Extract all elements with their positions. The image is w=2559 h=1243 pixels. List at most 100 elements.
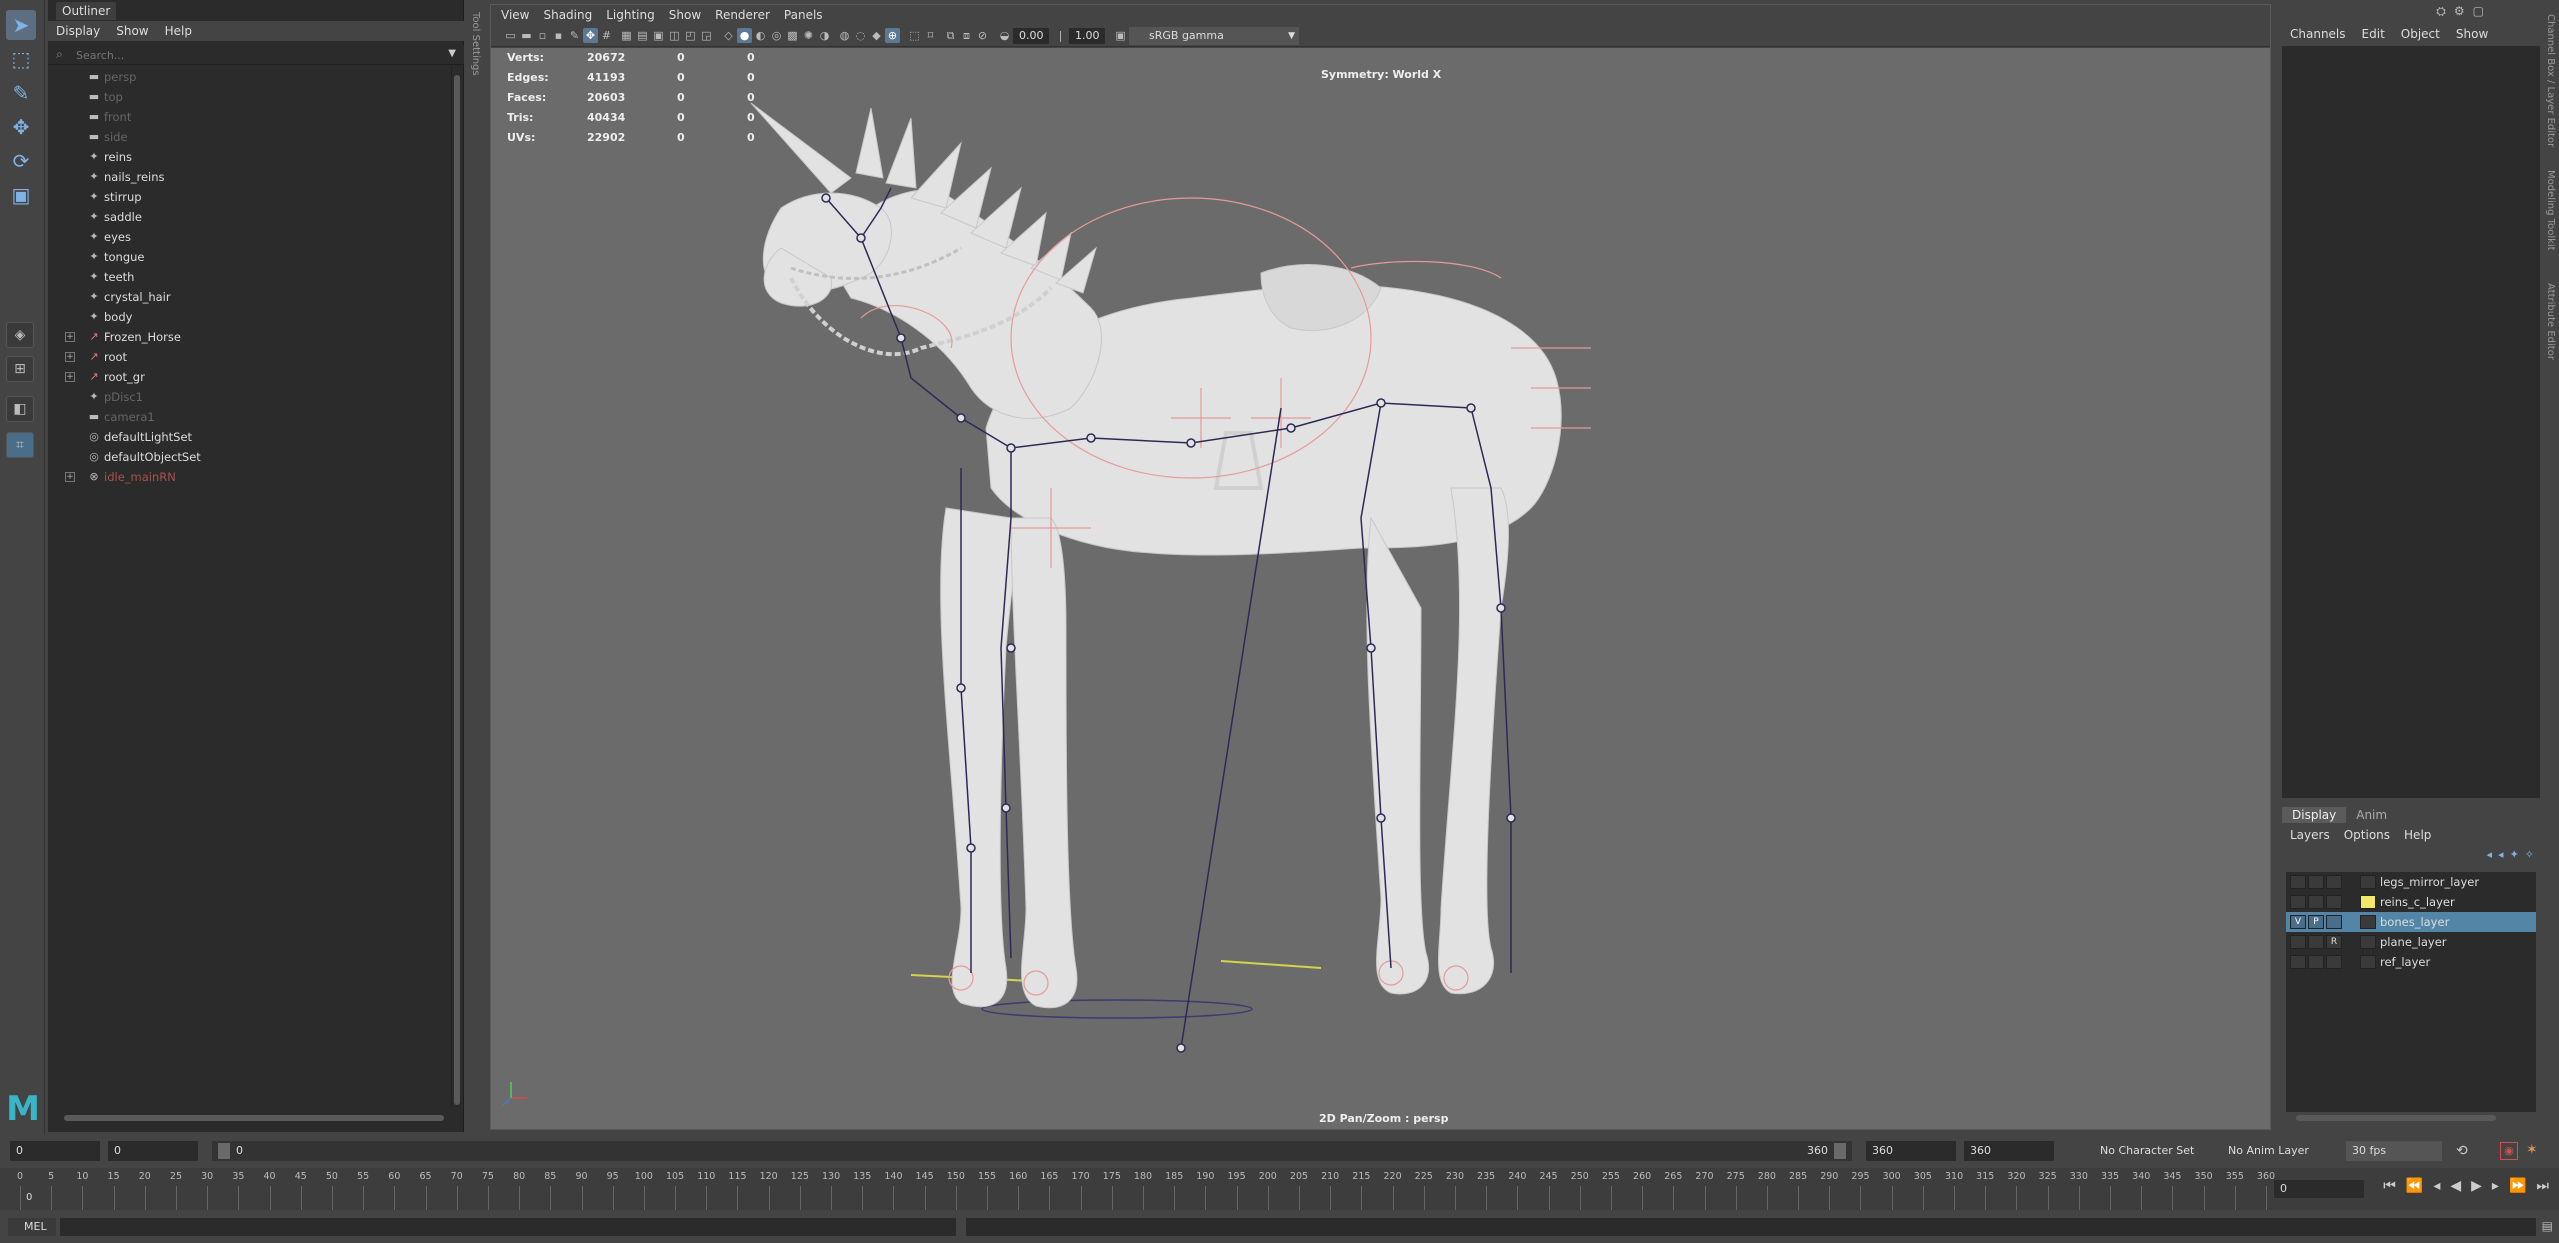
lasso-tool-icon[interactable]: ⬚: [6, 44, 36, 74]
outliner-item[interactable]: + ↗ Frozen_Horse: [48, 327, 448, 347]
layer-r-toggle[interactable]: [2326, 875, 2342, 889]
outliner-item[interactable]: ✦ teeth: [48, 267, 448, 287]
float-panel-icon[interactable]: ▢: [2473, 4, 2484, 19]
move-layer-up-icon[interactable]: ◂: [2487, 848, 2493, 861]
outliner-item[interactable]: ✦ reins: [48, 147, 448, 167]
xray-active-icon[interactable]: ⧈: [959, 28, 974, 43]
tab-anim[interactable]: Anim: [2346, 807, 2397, 823]
edit-menu[interactable]: Edit: [2362, 27, 2385, 41]
multisample-aa-icon[interactable]: ◆: [869, 28, 884, 43]
command-input[interactable]: [60, 1218, 956, 1236]
color-management-icon[interactable]: ▣: [1113, 28, 1128, 43]
outliner-item[interactable]: ✦ crystal_hair: [48, 287, 448, 307]
help-menu[interactable]: Help: [2404, 828, 2431, 842]
expand-icon[interactable]: +: [65, 372, 75, 382]
layer-v-toggle[interactable]: V: [2290, 915, 2306, 929]
move-tool-icon[interactable]: ✥: [6, 112, 36, 142]
channel-box-tab[interactable]: Channel Box / Layer Editor: [2545, 14, 2556, 147]
layer-p-toggle[interactable]: [2308, 955, 2324, 969]
outliner-item[interactable]: ✦ nails_reins: [48, 167, 448, 187]
object-menu[interactable]: Object: [2401, 27, 2440, 41]
channels-menu[interactable]: Channels: [2290, 27, 2346, 41]
options-menu[interactable]: Options: [2344, 828, 2390, 842]
outliner-scrollbar[interactable]: [451, 67, 461, 1107]
modeling-toolkit-tab[interactable]: Modeling Toolkit: [2545, 170, 2556, 251]
new-empty-layer-icon[interactable]: ✦: [2510, 848, 2519, 861]
tab-display[interactable]: Display: [2282, 807, 2347, 823]
viewport-menu-lighting[interactable]: Lighting: [606, 8, 655, 22]
fps-dropdown[interactable]: 30 fps: [2346, 1141, 2442, 1161]
step-forward-frame-icon[interactable]: ▸: [2492, 1178, 2499, 1194]
grid-icon[interactable]: #: [599, 28, 614, 43]
playback-end-field[interactable]: 360: [1866, 1141, 1956, 1161]
safe-title-icon[interactable]: ◲: [699, 28, 714, 43]
layer-p-toggle[interactable]: [2308, 935, 2324, 949]
move-layer-down-icon[interactable]: ◂: [2498, 848, 2504, 861]
expand-icon[interactable]: +: [65, 472, 75, 482]
layer-color-swatch[interactable]: [2360, 955, 2376, 969]
outliner-item[interactable]: ✦ eyes: [48, 227, 448, 247]
3d-viewport[interactable]: Verts: 20672 0 0 Edges: 41193 0 0 Faces: 20603 0 0 T…: [491, 48, 2270, 1129]
image-plane-icon[interactable]: ▪: [551, 28, 566, 43]
outliner-menu-show[interactable]: Show: [116, 24, 148, 38]
layer-v-toggle[interactable]: [2290, 955, 2306, 969]
resolution-gate-icon[interactable]: ▤: [635, 28, 650, 43]
viewport-menu-shading[interactable]: Shading: [543, 8, 592, 22]
layer-row[interactable]: Rplane_layer: [2286, 932, 2536, 952]
go-to-end-icon[interactable]: ⏭: [2536, 1178, 2549, 1194]
outliner-item[interactable]: ▬ camera1: [48, 407, 448, 427]
step-back-frame-icon[interactable]: ◂: [2433, 1178, 2440, 1194]
outliner-item[interactable]: + ↗ root: [48, 347, 448, 367]
outliner-item[interactable]: ✦ stirrup: [48, 187, 448, 207]
outliner-item[interactable]: ✦ body: [48, 307, 448, 327]
gamma-field[interactable]: 1.00: [1069, 28, 1105, 44]
motion-blur-icon[interactable]: ◌: [853, 28, 868, 43]
ambient-occlusion-icon[interactable]: ◍: [837, 28, 852, 43]
outliner-item[interactable]: ▬ top: [48, 87, 448, 107]
loop-icon[interactable]: ⟲: [2456, 1143, 2468, 1159]
outliner-item[interactable]: ◎ defaultLightSet: [48, 427, 448, 447]
outliner-item[interactable]: ▬ persp: [48, 67, 448, 87]
camera-attributes-icon[interactable]: ▬: [519, 28, 534, 43]
outliner-item[interactable]: + ⊗ idle_mainRN: [48, 467, 448, 487]
auto-key-icon[interactable]: ◉: [2500, 1142, 2518, 1160]
anim-layer-dropdown[interactable]: No Anim Layer: [2222, 1141, 2342, 1161]
field-chart-icon[interactable]: ◫: [667, 28, 682, 43]
layer-r-toggle[interactable]: [2326, 915, 2342, 929]
grease-pencil-icon[interactable]: ✎: [567, 28, 582, 43]
script-editor-icon[interactable]: ▤: [2542, 1219, 2553, 1233]
select-camera-icon[interactable]: ▭: [503, 28, 518, 43]
show-menu[interactable]: Show: [2456, 27, 2488, 41]
outliner-hscroll-thumb[interactable]: [64, 1115, 444, 1121]
play-backward-icon[interactable]: ◀: [2450, 1178, 2461, 1194]
mel-mode-button[interactable]: MEL: [8, 1218, 56, 1236]
settings-icon[interactable]: ⚙: [2454, 4, 2465, 19]
outliner-search-input[interactable]: [76, 47, 448, 63]
xray-icon[interactable]: ⌑: [923, 28, 938, 43]
outliner-item[interactable]: ▬ side: [48, 127, 448, 147]
outliner-item[interactable]: ▬ front: [48, 107, 448, 127]
persp-outliner-layout-icon[interactable]: ◧: [6, 396, 34, 422]
animation-start-field[interactable]: 0: [10, 1141, 100, 1161]
character-set-dropdown[interactable]: No Character Set: [2094, 1141, 2214, 1161]
outliner-item[interactable]: ◎ defaultObjectSet: [48, 447, 448, 467]
safe-action-icon[interactable]: ◰: [683, 28, 698, 43]
range-slider-left-handle[interactable]: [218, 1143, 230, 1159]
paint-select-icon[interactable]: ✎: [6, 78, 36, 108]
outliner-item[interactable]: ✦ pDisc1: [48, 387, 448, 407]
layer-row[interactable]: reins_c_layer: [2286, 892, 2536, 912]
smooth-shade-icon[interactable]: ●: [737, 28, 752, 43]
outliner-scroll-thumb[interactable]: [454, 75, 460, 1105]
default-material-icon[interactable]: ◐: [753, 28, 768, 43]
range-slider[interactable]: 0 360: [212, 1141, 1852, 1161]
outliner-hscrollbar[interactable]: [56, 1113, 456, 1123]
wireframe-icon[interactable]: ◇: [721, 28, 736, 43]
single-perspective-view-icon[interactable]: ◈: [6, 322, 34, 348]
rotate-tool-icon[interactable]: ⟳: [6, 146, 36, 176]
go-to-start-icon[interactable]: ⏮: [2383, 1178, 2396, 1194]
play-forward-icon[interactable]: ▶: [2471, 1178, 2482, 1194]
viewport-menu-view[interactable]: View: [501, 8, 529, 22]
time-slider[interactable]: 0 5 10 15 20 25 30 35 40 45 50 55 60 65 70 75 80 85 90 95 10…: [0, 1168, 2559, 1210]
gate-mask-icon[interactable]: ▣: [651, 28, 666, 43]
layer-row[interactable]: ref_layer: [2286, 952, 2536, 972]
